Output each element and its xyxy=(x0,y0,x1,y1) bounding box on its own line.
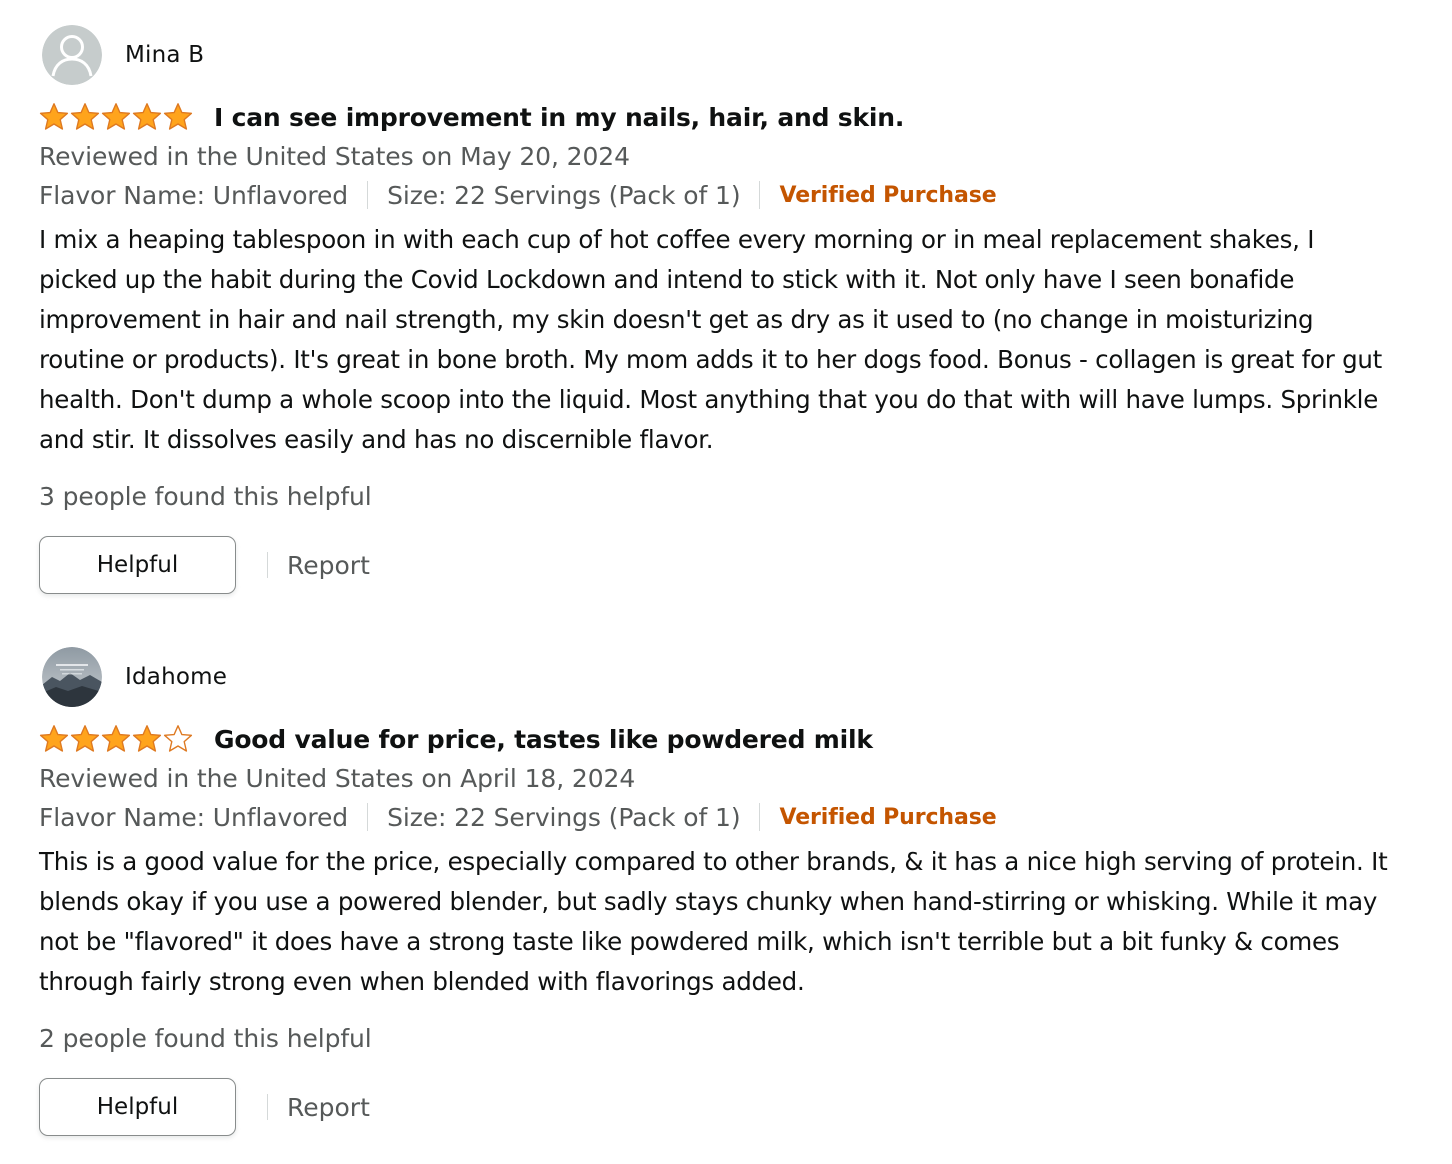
default-user-avatar-icon xyxy=(42,25,102,85)
star-filled-icon xyxy=(101,725,131,752)
star-filled-icon xyxy=(163,103,193,130)
review-title-row: I can see improvement in my nails, hair,… xyxy=(39,100,1399,134)
reviewer-profile[interactable]: Mina B xyxy=(39,24,1399,86)
helpful-count: 3 people found this helpful xyxy=(39,482,372,511)
size-name[interactable]: Size: 22 Servings (Pack of 1) xyxy=(387,181,741,210)
star-filled-icon xyxy=(70,103,100,130)
verified-purchase-badge[interactable]: Verified Purchase xyxy=(779,183,996,208)
divider xyxy=(367,803,369,831)
divider xyxy=(759,803,761,831)
reviewer-name[interactable]: Mina B xyxy=(125,42,204,68)
review-format-strip: Flavor Name: Unflavored Size: 22 Serving… xyxy=(39,175,1399,215)
star-filled-icon xyxy=(132,725,162,752)
review-date: Reviewed in the United States on May 20,… xyxy=(39,142,630,171)
review: Mina B I can see improvement in my nails… xyxy=(39,24,1399,596)
review-title-row: Good value for price, tastes like powder… xyxy=(39,722,1399,756)
star-filled-icon xyxy=(39,103,69,130)
reviewer-name[interactable]: Idahome xyxy=(125,664,227,690)
flavor-name[interactable]: Flavor Name: Unflavored xyxy=(39,803,348,832)
star-empty-icon xyxy=(163,725,193,752)
review-actions: Helpful Report xyxy=(39,534,1399,596)
helpful-button[interactable]: Helpful xyxy=(39,1078,236,1136)
star-filled-icon xyxy=(101,103,131,130)
review-body: I mix a heaping tablespoon in with each … xyxy=(39,225,1383,454)
size-name[interactable]: Size: 22 Servings (Pack of 1) xyxy=(387,803,741,832)
flavor-name[interactable]: Flavor Name: Unflavored xyxy=(39,181,348,210)
verified-purchase-badge[interactable]: Verified Purchase xyxy=(779,805,996,830)
review: Idahome Good value for price, tastes lik… xyxy=(39,646,1399,1138)
star-rating[interactable] xyxy=(39,724,193,754)
landscape-photo-avatar xyxy=(42,647,102,707)
review-title[interactable]: I can see improvement in my nails, hair,… xyxy=(214,103,904,132)
report-link[interactable]: Report xyxy=(287,1093,370,1122)
helpful-button[interactable]: Helpful xyxy=(39,536,236,594)
star-filled-icon xyxy=(70,725,100,752)
divider xyxy=(759,181,761,209)
divider xyxy=(267,552,268,578)
review-date: Reviewed in the United States on April 1… xyxy=(39,764,636,793)
divider xyxy=(267,1094,268,1120)
review-body: This is a good value for the price, espe… xyxy=(39,847,1388,996)
star-filled-icon xyxy=(39,725,69,752)
review-actions: Helpful Report xyxy=(39,1076,1399,1138)
star-filled-icon xyxy=(132,103,162,130)
helpful-count: 2 people found this helpful xyxy=(39,1024,372,1053)
review-title[interactable]: Good value for price, tastes like powder… xyxy=(214,725,873,754)
reviewer-profile[interactable]: Idahome xyxy=(39,646,1399,708)
report-link[interactable]: Report xyxy=(287,551,370,580)
review-format-strip: Flavor Name: Unflavored Size: 22 Serving… xyxy=(39,797,1399,837)
divider xyxy=(367,181,369,209)
star-rating[interactable] xyxy=(39,102,193,132)
